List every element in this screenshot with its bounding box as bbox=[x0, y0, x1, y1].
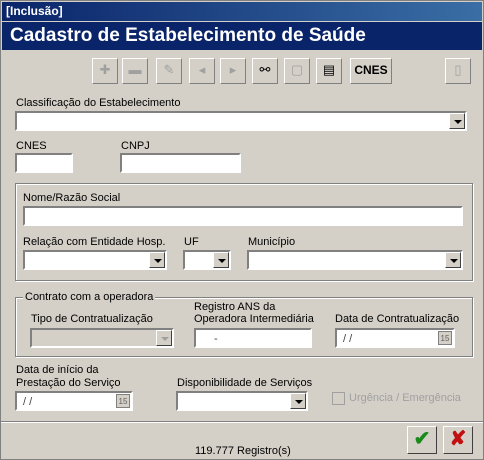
data-inicio-value: / / bbox=[23, 396, 33, 408]
title-bar: [Inclusão] bbox=[2, 2, 482, 21]
nome-label: Nome/Razão Social bbox=[23, 192, 121, 204]
data-inicio-label-line2: Prestação do Serviço bbox=[16, 377, 121, 389]
status-divider bbox=[1, 421, 483, 423]
checkmark-icon: ✔ bbox=[413, 428, 431, 450]
uf-select[interactable] bbox=[183, 250, 231, 270]
calendar-icon[interactable]: 15 bbox=[438, 331, 452, 345]
chevron-down-icon[interactable] bbox=[149, 252, 165, 268]
form-header: Cadastro de Estabelecimento de Saúde bbox=[2, 22, 482, 50]
chevron-down-icon[interactable] bbox=[290, 393, 306, 409]
data-contratualizacao-label: Data de Contratualização bbox=[335, 313, 460, 325]
tipo-contratualizacao-select[interactable] bbox=[30, 328, 174, 348]
cnpj-label: CNPJ bbox=[121, 140, 150, 152]
plus-icon[interactable]: ✚ bbox=[92, 58, 118, 84]
registro-ans-input[interactable]: - bbox=[194, 328, 312, 348]
window-title: [Inclusão] bbox=[6, 4, 63, 18]
cnes-label: CNES bbox=[16, 140, 47, 152]
registro-ans-value: - bbox=[214, 333, 218, 345]
cancel-button[interactable]: ✘ bbox=[443, 426, 473, 454]
registro-ans-label-line1: Registro ANS da bbox=[194, 301, 276, 313]
contrato-group-title: Contrato com a operadora bbox=[23, 291, 156, 303]
cnes-input[interactable] bbox=[15, 153, 73, 173]
cnpj-input[interactable] bbox=[120, 153, 241, 173]
confirm-button[interactable]: ✔ bbox=[407, 426, 437, 454]
chevron-down-icon[interactable] bbox=[156, 330, 172, 346]
urgencia-label: Urgência / Emergência bbox=[349, 392, 461, 404]
pencil-icon[interactable]: ✎ bbox=[156, 58, 182, 84]
data-contratualizacao-input[interactable]: / / 15 bbox=[335, 328, 455, 348]
tipo-contratualizacao-label: Tipo de Contratualização bbox=[31, 313, 153, 325]
disponibilidade-label: Disponibilidade de Serviços bbox=[177, 377, 313, 389]
binoculars-icon[interactable]: ⚯ bbox=[252, 58, 278, 84]
registro-count: 119.777 Registro(s) bbox=[195, 445, 291, 457]
report-icon[interactable]: ▤ bbox=[316, 58, 342, 84]
data-inicio-label-line1: Data de início da bbox=[16, 364, 99, 376]
classificacao-label: Classificação do Estabelecimento bbox=[16, 97, 181, 109]
chevron-down-icon[interactable] bbox=[445, 252, 461, 268]
form-title: Cadastro de Estabelecimento de Saúde bbox=[10, 25, 366, 46]
registro-ans-label-line2: Operadora Intermediária bbox=[194, 313, 314, 325]
relacao-label: Relação com Entidade Hosp. bbox=[23, 236, 166, 248]
nome-input[interactable] bbox=[23, 206, 463, 226]
chevron-down-icon[interactable] bbox=[449, 113, 465, 129]
x-icon: ✘ bbox=[449, 428, 467, 450]
chevron-down-icon[interactable] bbox=[213, 252, 229, 268]
relacao-select[interactable] bbox=[23, 250, 167, 270]
cnes-button[interactable]: CNES bbox=[350, 58, 392, 84]
municipio-select[interactable] bbox=[247, 250, 463, 270]
urgencia-checkbox[interactable] bbox=[332, 392, 345, 405]
next-icon[interactable]: ▸ bbox=[220, 58, 246, 84]
previous-icon[interactable]: ◂ bbox=[189, 58, 215, 84]
data-contratualizacao-value: / / bbox=[343, 333, 353, 345]
classificacao-select[interactable] bbox=[15, 111, 467, 131]
municipio-label: Município bbox=[248, 236, 296, 248]
minus-icon[interactable]: ▬ bbox=[122, 58, 148, 84]
disponibilidade-select[interactable] bbox=[176, 391, 308, 411]
door-icon[interactable]: ▯ bbox=[445, 58, 471, 84]
calendar-icon[interactable]: 15 bbox=[116, 394, 130, 408]
uf-label: UF bbox=[184, 236, 199, 248]
note-icon[interactable]: ▢ bbox=[284, 58, 310, 84]
data-inicio-input[interactable]: / / 15 bbox=[15, 391, 133, 411]
dialog-window: [Inclusão] Cadastro de Estabelecimento d… bbox=[0, 0, 484, 460]
